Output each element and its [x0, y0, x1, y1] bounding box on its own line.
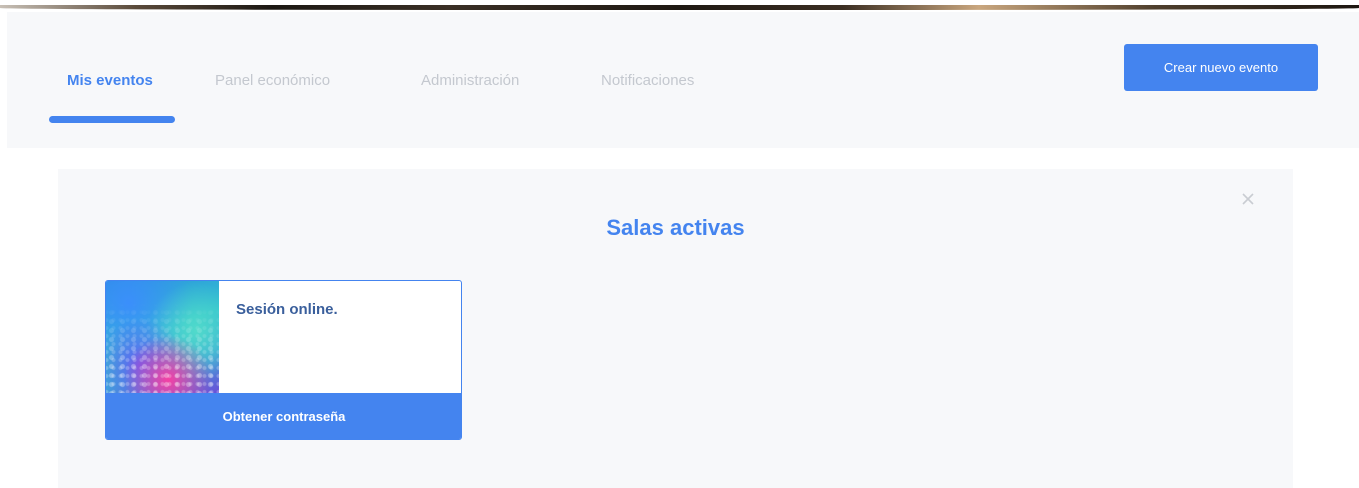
tab-panel-economico[interactable]: Panel económico [215, 72, 330, 89]
get-password-button[interactable]: Obtener contraseña [106, 393, 461, 439]
active-rooms-panel: Salas activas Sesión online. Obtener con… [58, 169, 1293, 488]
tab-mis-eventos[interactable]: Mis eventos [67, 72, 153, 89]
top-decorative-strip [0, 0, 1359, 12]
tab-administracion[interactable]: Administración [421, 72, 519, 89]
tab-notificaciones[interactable]: Notificaciones [601, 72, 694, 89]
water-drops-texture [106, 281, 219, 393]
main-nav: Mis eventos Panel económico Administraci… [7, 12, 1359, 148]
header-image-edge [0, 5, 1359, 10]
room-card: Sesión online. Obtener contraseña [105, 280, 462, 440]
room-thumbnail [106, 281, 219, 393]
room-title: Sesión online. [236, 301, 338, 318]
active-tab-indicator [49, 116, 175, 123]
panel-title: Salas activas [606, 215, 745, 240]
create-event-button[interactable]: Crear nuevo evento [1124, 44, 1318, 91]
close-icon[interactable] [1236, 187, 1260, 211]
